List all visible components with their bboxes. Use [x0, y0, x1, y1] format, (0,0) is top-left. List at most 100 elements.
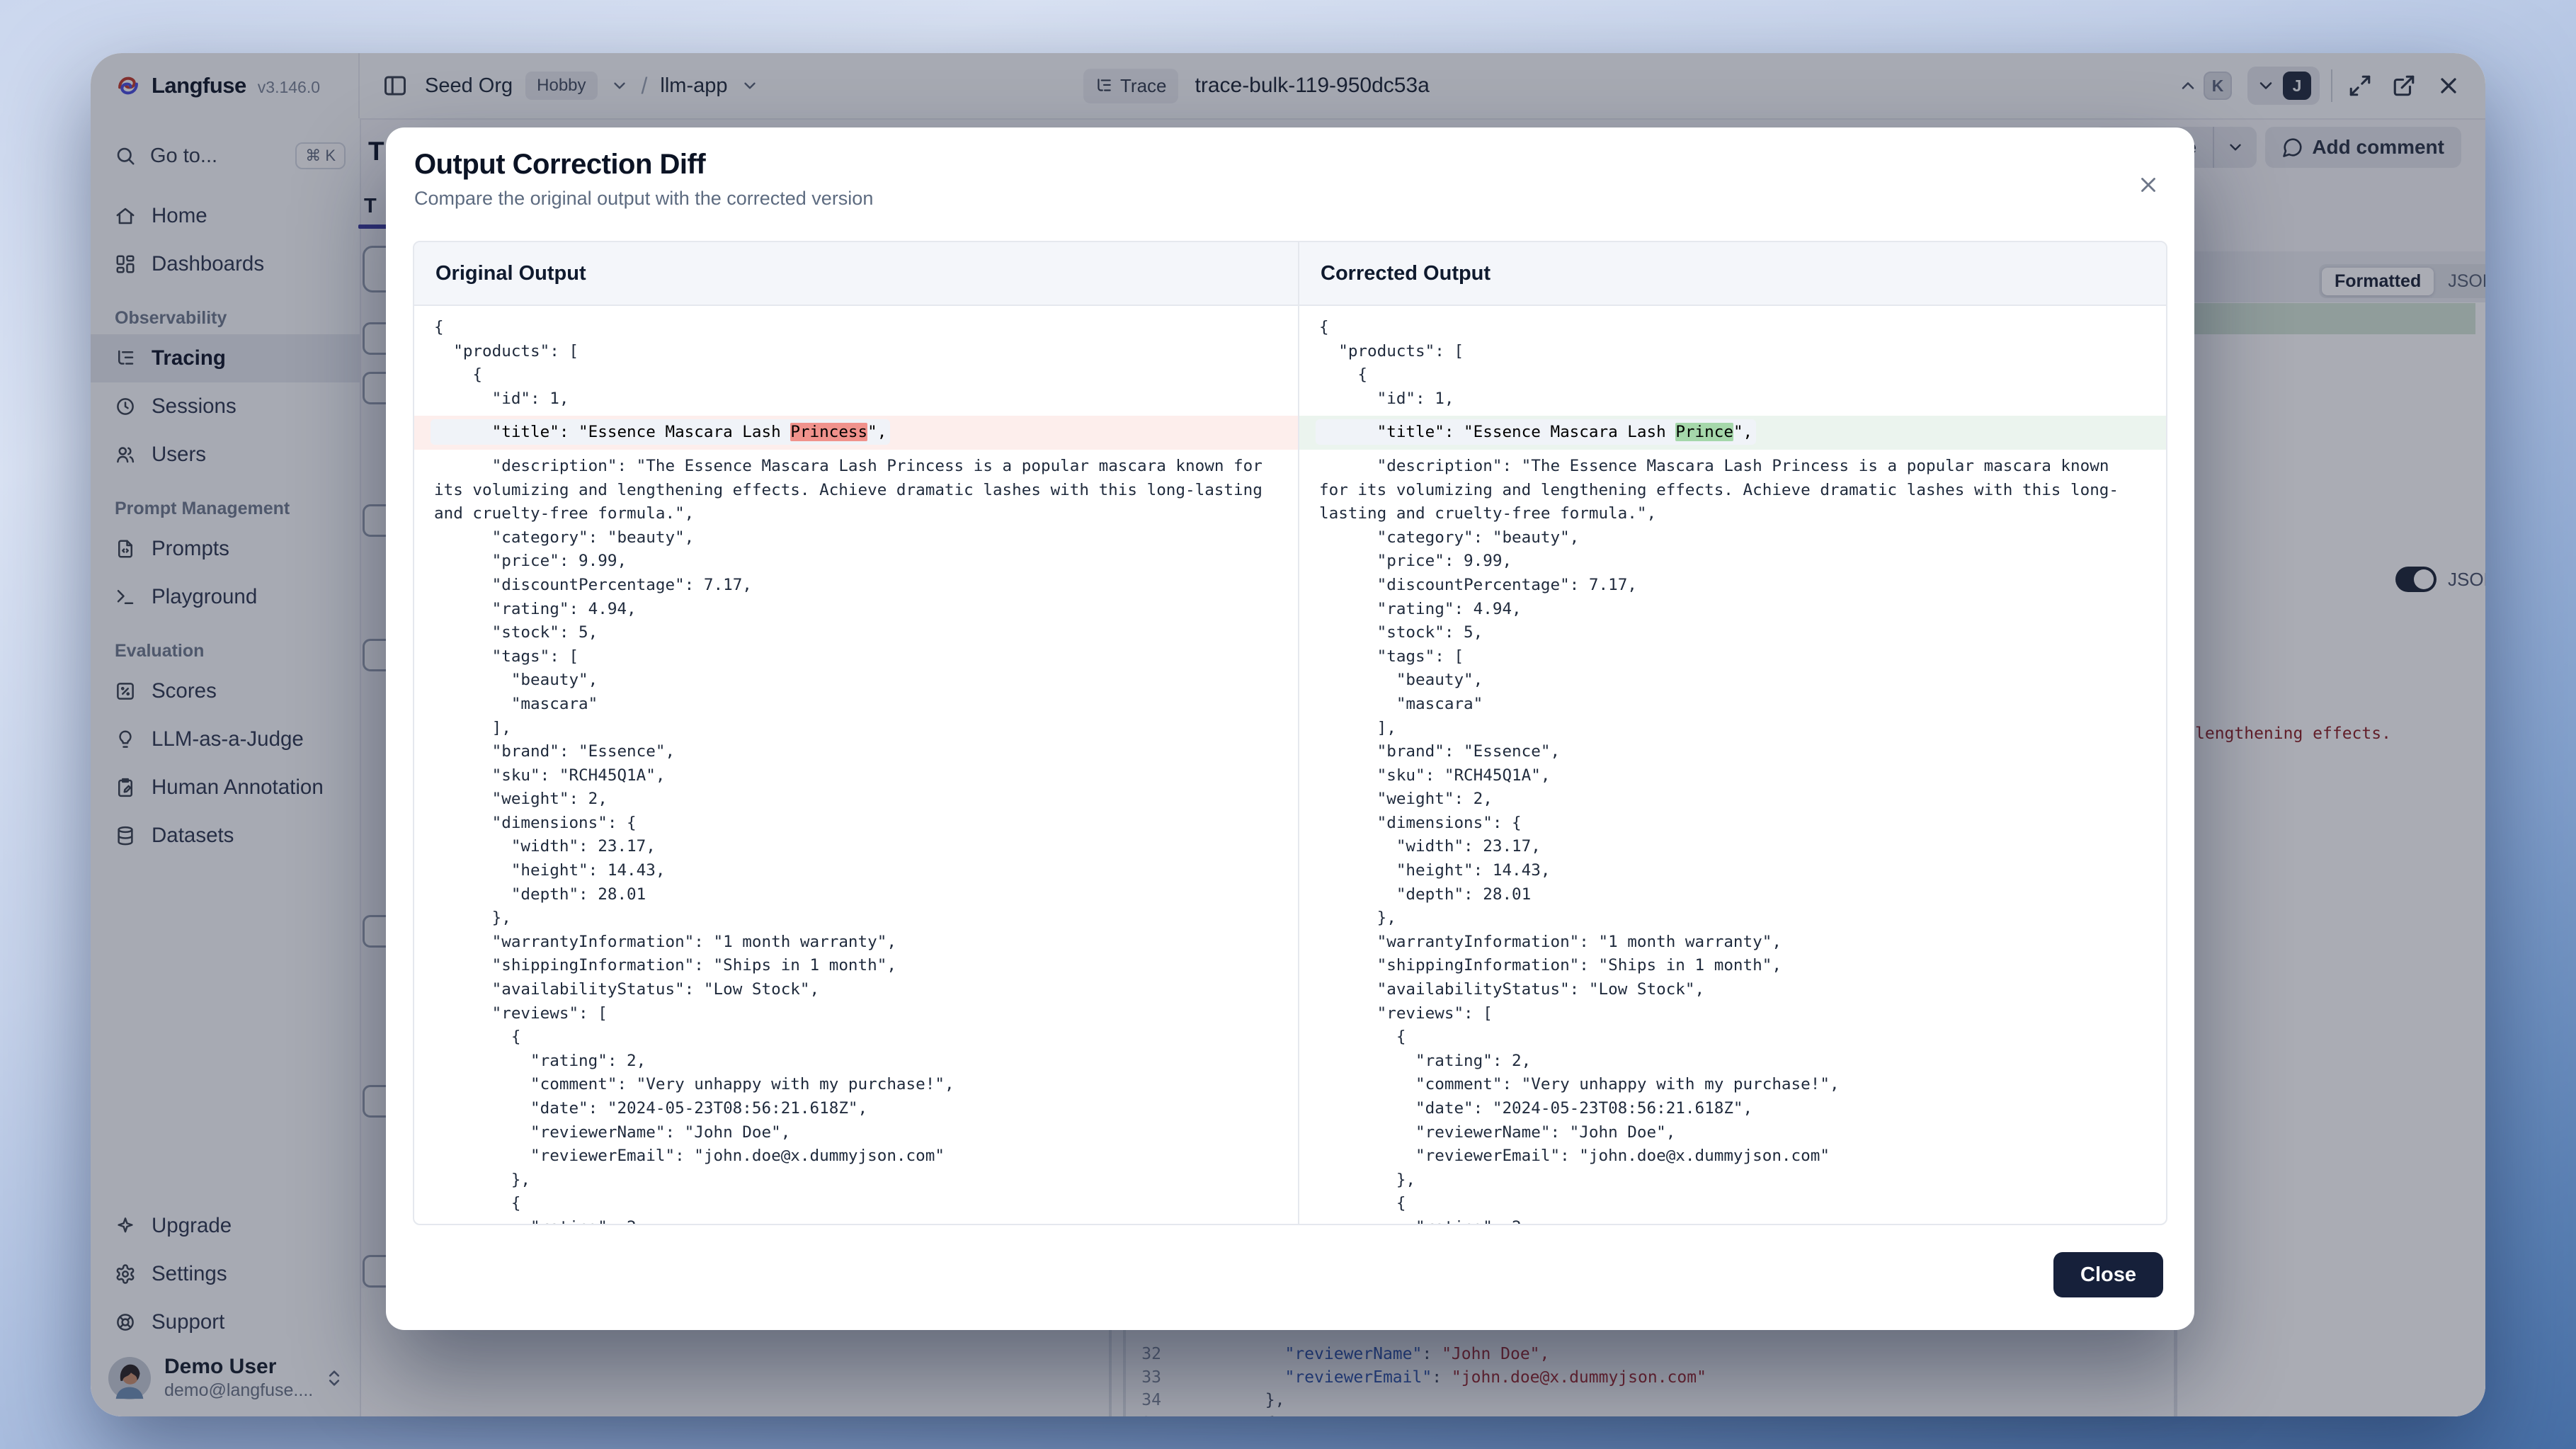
diff-word-removed: Princess: [790, 423, 867, 441]
list-tree-icon: [115, 348, 136, 369]
close-icon: [2436, 73, 2461, 98]
sidebar-item-settings[interactable]: Settings: [91, 1250, 360, 1298]
output-panel-background: [2158, 251, 2485, 1416]
close-peek-button[interactable]: [2432, 69, 2466, 103]
sidebar-section-observability: Observability: [91, 288, 360, 334]
user-menu[interactable]: Demo User demo@langfuse....: [91, 1346, 360, 1408]
file-code-icon: [115, 538, 136, 559]
background-code-line: 34 },: [361, 1391, 2158, 1414]
project-switcher-chevron[interactable]: [741, 76, 759, 95]
diff-line-added: "title": "Essence Mascara Lash Prince",: [1299, 416, 2166, 450]
close-icon: [2136, 173, 2160, 197]
sidebar-section-prompt-management: Prompt Management: [91, 479, 360, 525]
json-toggle[interactable]: JSON: [2395, 567, 2485, 592]
tab-active[interactable]: T: [364, 195, 377, 218]
sidebar-item-home[interactable]: Home: [91, 192, 360, 240]
sidebar-collapse-button[interactable]: [378, 69, 412, 103]
sparkle-icon: [115, 1215, 136, 1237]
background-code-line: 32 "reviewerName": "John Doe",: [361, 1345, 2158, 1368]
topbar-actions: K J: [2174, 53, 2466, 118]
output-correction-diff-modal: Output Correction Diff Compare the origi…: [386, 127, 2194, 1330]
annotate-dropdown-button[interactable]: [2214, 127, 2257, 168]
chevrons-up-down-icon: [324, 1368, 344, 1388]
terminal-icon: [115, 586, 136, 608]
prev-item-button[interactable]: K: [2174, 71, 2236, 101]
percent-square-icon: [115, 681, 136, 702]
topbar: Langfuse v3.146.0 Seed Org Hobby / llm-a…: [91, 53, 2485, 120]
diff-body: { "products": [ { "id": 1, "title": "Ess…: [414, 306, 2166, 1224]
sidebar-item-support[interactable]: Support: [91, 1298, 360, 1346]
user-email: demo@langfuse....: [164, 1380, 312, 1401]
breadcrumb: Seed Org Hobby / llm-app: [360, 69, 759, 103]
shortcut-key-k: K: [2204, 72, 2232, 100]
open-external-button[interactable]: [2388, 69, 2420, 102]
sidebar-item-tracing[interactable]: Tracing: [91, 334, 360, 382]
page-title: T: [368, 137, 384, 166]
diff-added-strip: [2179, 303, 2475, 334]
tab-formatted[interactable]: Formatted: [2322, 268, 2434, 295]
goto-label: Go to...: [150, 144, 281, 168]
divider: [2331, 69, 2332, 102]
sidebar-nav: HomeDashboardsObservabilityTracingSessio…: [91, 192, 360, 860]
home-icon: [115, 205, 136, 227]
desktop-background: Langfuse v3.146.0 Seed Org Hobby / llm-a…: [0, 0, 2576, 1449]
sidebar-item-users[interactable]: Users: [91, 431, 360, 479]
life-buoy-icon: [115, 1312, 136, 1333]
sidebar-footer: UpgradeSettingsSupport Demo User demo@la…: [91, 1202, 360, 1408]
json-lines: "description": "The Essence Mascara Lash…: [434, 455, 1278, 1224]
toggle-switch-on[interactable]: [2395, 567, 2437, 592]
diff-header-row: Original Output Corrected Output: [414, 242, 2166, 306]
org-switcher-chevron[interactable]: [610, 76, 629, 95]
next-item-button[interactable]: J: [2247, 67, 2320, 105]
project-name[interactable]: llm-app: [660, 74, 727, 98]
sidebar-item-playground[interactable]: Playground: [91, 573, 360, 621]
json-toggle-label: JSON: [2448, 569, 2485, 591]
sidebar-item-dashboards[interactable]: Dashboards: [91, 240, 360, 288]
corrected-output-header: Corrected Output: [1299, 242, 2166, 305]
sidebar-item-llm-as-a-judge[interactable]: LLM-as-a-Judge: [91, 715, 360, 763]
modal-header: Output Correction Diff Compare the origi…: [386, 127, 2194, 210]
chevron-up-icon: [2178, 76, 2198, 96]
clock-icon: [115, 396, 136, 417]
avatar: [108, 1356, 152, 1400]
maximize-icon: [2348, 74, 2372, 98]
view-mode-tabs: Formatted JSON: [2319, 264, 2485, 298]
tab-json[interactable]: JSON: [2435, 268, 2485, 295]
gear-icon: [115, 1263, 136, 1285]
expand-view-button[interactable]: [2344, 69, 2376, 102]
lightbulb-icon: [115, 729, 136, 750]
corrected-output-pane[interactable]: { "products": [ { "id": 1, "title": "Ess…: [1299, 306, 2166, 1224]
chevron-down-icon: [2226, 138, 2245, 157]
modal-close-button[interactable]: [2132, 169, 2165, 201]
external-link-icon: [2392, 74, 2416, 98]
org-name[interactable]: Seed Org: [425, 74, 513, 98]
goto-shortcut: ⌘ K: [295, 142, 346, 169]
goto-search[interactable]: Go to... ⌘ K: [91, 135, 360, 176]
original-output-pane[interactable]: { "products": [ { "id": 1, "title": "Ess…: [414, 306, 1299, 1224]
user-name: Demo User: [164, 1355, 312, 1379]
langfuse-logo-icon: [115, 72, 142, 99]
sidebar-item-sessions[interactable]: Sessions: [91, 382, 360, 431]
chevron-down-icon: [2256, 76, 2276, 96]
app-version: v3.146.0: [258, 78, 320, 97]
close-button[interactable]: Close: [2053, 1252, 2163, 1297]
trace-breadcrumb: Trace trace-bulk-119-950dc53a: [1083, 53, 1430, 118]
trace-id: trace-bulk-119-950dc53a: [1195, 74, 1430, 98]
sidebar-item-scores[interactable]: Scores: [91, 667, 360, 715]
list-tree-icon: [1095, 76, 1113, 95]
database-icon: [115, 825, 136, 846]
sidebar: Go to... ⌘ K HomeDashboardsObservability…: [91, 118, 361, 1416]
dashboard-icon: [115, 254, 136, 275]
sidebar-section-evaluation: Evaluation: [91, 621, 360, 667]
add-comment-button[interactable]: Add comment: [2265, 127, 2461, 168]
json-lines: { "products": [ { "id": 1,: [434, 316, 1278, 411]
diff-container: Original Output Corrected Output { "prod…: [413, 241, 2167, 1225]
sidebar-item-datasets[interactable]: Datasets: [91, 812, 360, 860]
user-info: Demo User demo@langfuse....: [164, 1355, 312, 1401]
sidebar-item-prompts[interactable]: Prompts: [91, 525, 360, 573]
search-icon: [115, 145, 136, 166]
sidebar-item-upgrade[interactable]: Upgrade: [91, 1202, 360, 1250]
modal-title: Output Correction Diff: [414, 149, 2166, 181]
sidebar-item-human-annotation[interactable]: Human Annotation: [91, 763, 360, 812]
breadcrumb-separator: /: [642, 73, 648, 99]
